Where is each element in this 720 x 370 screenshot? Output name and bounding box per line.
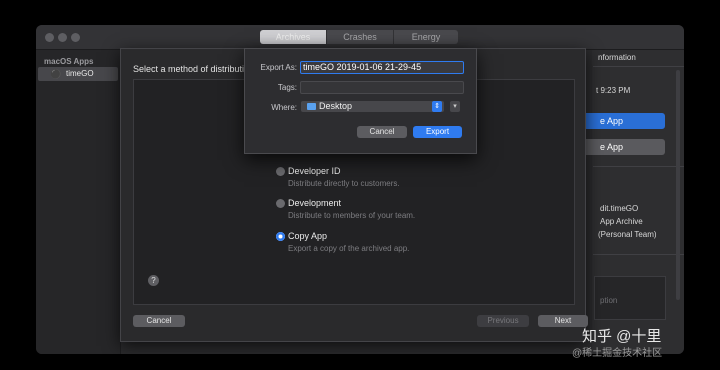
- sidebar-item-timego[interactable]: ⚫ timeGO: [38, 67, 118, 81]
- description-label: ption: [600, 296, 618, 305]
- minimize-window-button[interactable]: [58, 33, 67, 42]
- export-as-label: Export As:: [260, 63, 297, 72]
- bundle-identifier: dit.timeGO: [600, 204, 639, 213]
- title-bar: Archives Crashes Energy: [36, 25, 684, 50]
- divider: [593, 66, 684, 67]
- where-label: Where:: [271, 103, 297, 112]
- where-value: Desktop: [319, 101, 353, 111]
- folder-icon: [307, 103, 316, 110]
- inspector-header: nformation: [598, 53, 636, 62]
- sidebar-heading: macOS Apps: [44, 57, 94, 66]
- developer-id-title: Developer ID: [288, 166, 341, 176]
- sheet-prompt: Select a method of distribution: [133, 64, 253, 74]
- zoom-window-button[interactable]: [71, 33, 80, 42]
- development-title: Development: [288, 198, 342, 208]
- close-window-button[interactable]: [45, 33, 54, 42]
- developer-id-desc: Distribute directly to customers.: [288, 179, 400, 188]
- expand-panel-button[interactable]: ▾: [450, 101, 460, 112]
- archive-type: App Archive: [600, 217, 643, 226]
- export-as-input[interactable]: timeGO 2019-01-06 21-29-45: [300, 61, 464, 74]
- cancel-button[interactable]: Cancel: [133, 315, 185, 327]
- save-cancel-button[interactable]: Cancel: [357, 126, 407, 138]
- tab-crashes[interactable]: Crashes: [327, 30, 393, 44]
- where-popup[interactable]: Desktop ⇕: [301, 101, 444, 112]
- export-save-panel: Export As: timeGO 2019-01-06 21-29-45 Ta…: [244, 48, 477, 154]
- tab-archives[interactable]: Archives: [260, 30, 326, 44]
- export-button[interactable]: Export: [413, 126, 462, 138]
- copy-app-title: Copy App: [288, 231, 328, 241]
- tab-energy[interactable]: Energy: [394, 30, 458, 44]
- next-button[interactable]: Next: [538, 315, 588, 327]
- divider: [593, 254, 684, 255]
- watermark-subtext: @稀土掘金技术社区: [572, 348, 663, 359]
- copy-app-desc: Export a copy of the archived app.: [288, 244, 410, 253]
- archive-date: t 9:23 PM: [596, 86, 631, 95]
- popup-arrows-icon: ⇕: [432, 101, 442, 112]
- tags-input[interactable]: [300, 81, 464, 94]
- team-name: (Personal Team): [598, 230, 657, 239]
- development-desc: Distribute to members of your team.: [288, 211, 416, 220]
- app-icon: ⚫: [50, 69, 62, 79]
- divider: [593, 166, 684, 167]
- tags-label: Tags:: [277, 83, 297, 92]
- sidebar-item-label: timeGO: [66, 69, 94, 78]
- previous-button[interactable]: Previous: [477, 315, 529, 327]
- copy-app-radio[interactable]: [276, 232, 285, 241]
- inspector-scrollbar[interactable]: [676, 70, 680, 300]
- development-radio[interactable]: [276, 199, 285, 208]
- sidebar: macOS Apps ⚫ timeGO: [36, 50, 121, 354]
- developer-id-radio[interactable]: [276, 167, 285, 176]
- watermark-text: 知乎 @十里: [582, 328, 662, 345]
- validate-app-label: e App: [600, 142, 624, 152]
- help-button[interactable]: ?: [148, 275, 159, 286]
- distribute-app-label: e App: [600, 116, 624, 126]
